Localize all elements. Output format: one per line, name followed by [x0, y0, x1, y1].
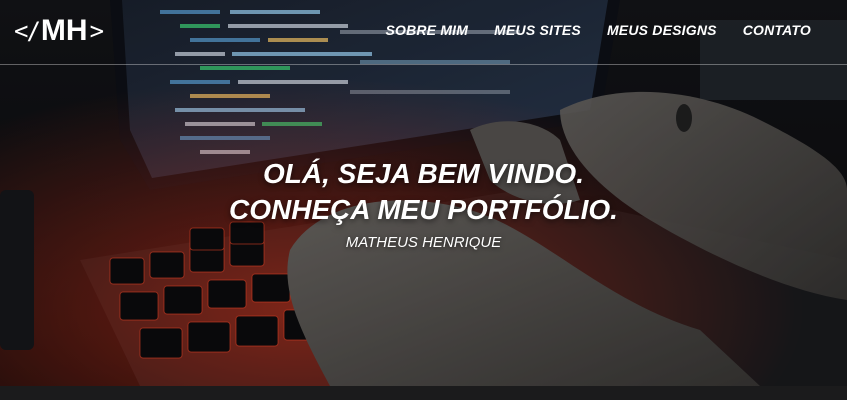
logo-left-bracket: <: [14, 17, 29, 45]
hero-section: < / MH > SOBRE MIM MEUS SITES MEUS DESIG…: [0, 0, 847, 386]
logo-slash: /: [26, 17, 41, 45]
top-navbar: < / MH > SOBRE MIM MEUS SITES MEUS DESIG…: [0, 0, 847, 65]
logo-right-bracket: >: [89, 17, 105, 45]
hero-headline: OLÁ, SEJA BEM VINDO. CONHEÇA MEU PORTFÓL…: [0, 156, 847, 251]
nav-link-contato[interactable]: CONTATO: [743, 22, 811, 38]
nav-link-meus-designs[interactable]: MEUS DESIGNS: [607, 22, 717, 38]
bottom-bar: [0, 386, 847, 400]
hero-subtitle: MATHEUS HENRIQUE: [345, 234, 502, 251]
logo-text: MH: [40, 14, 88, 47]
nav-link-meus-sites[interactable]: MEUS SITES: [494, 22, 581, 38]
hero-line-1: OLÁ, SEJA BEM VINDO.: [262, 158, 584, 189]
logo[interactable]: < / MH >: [14, 14, 105, 48]
nav-link-sobre-mim[interactable]: SOBRE MIM: [385, 22, 468, 38]
hero-line-2: CONHEÇA MEU PORTFÓLIO.: [229, 194, 618, 225]
main-nav: SOBRE MIM MEUS SITES MEUS DESIGNS CONTAT…: [385, 22, 811, 38]
